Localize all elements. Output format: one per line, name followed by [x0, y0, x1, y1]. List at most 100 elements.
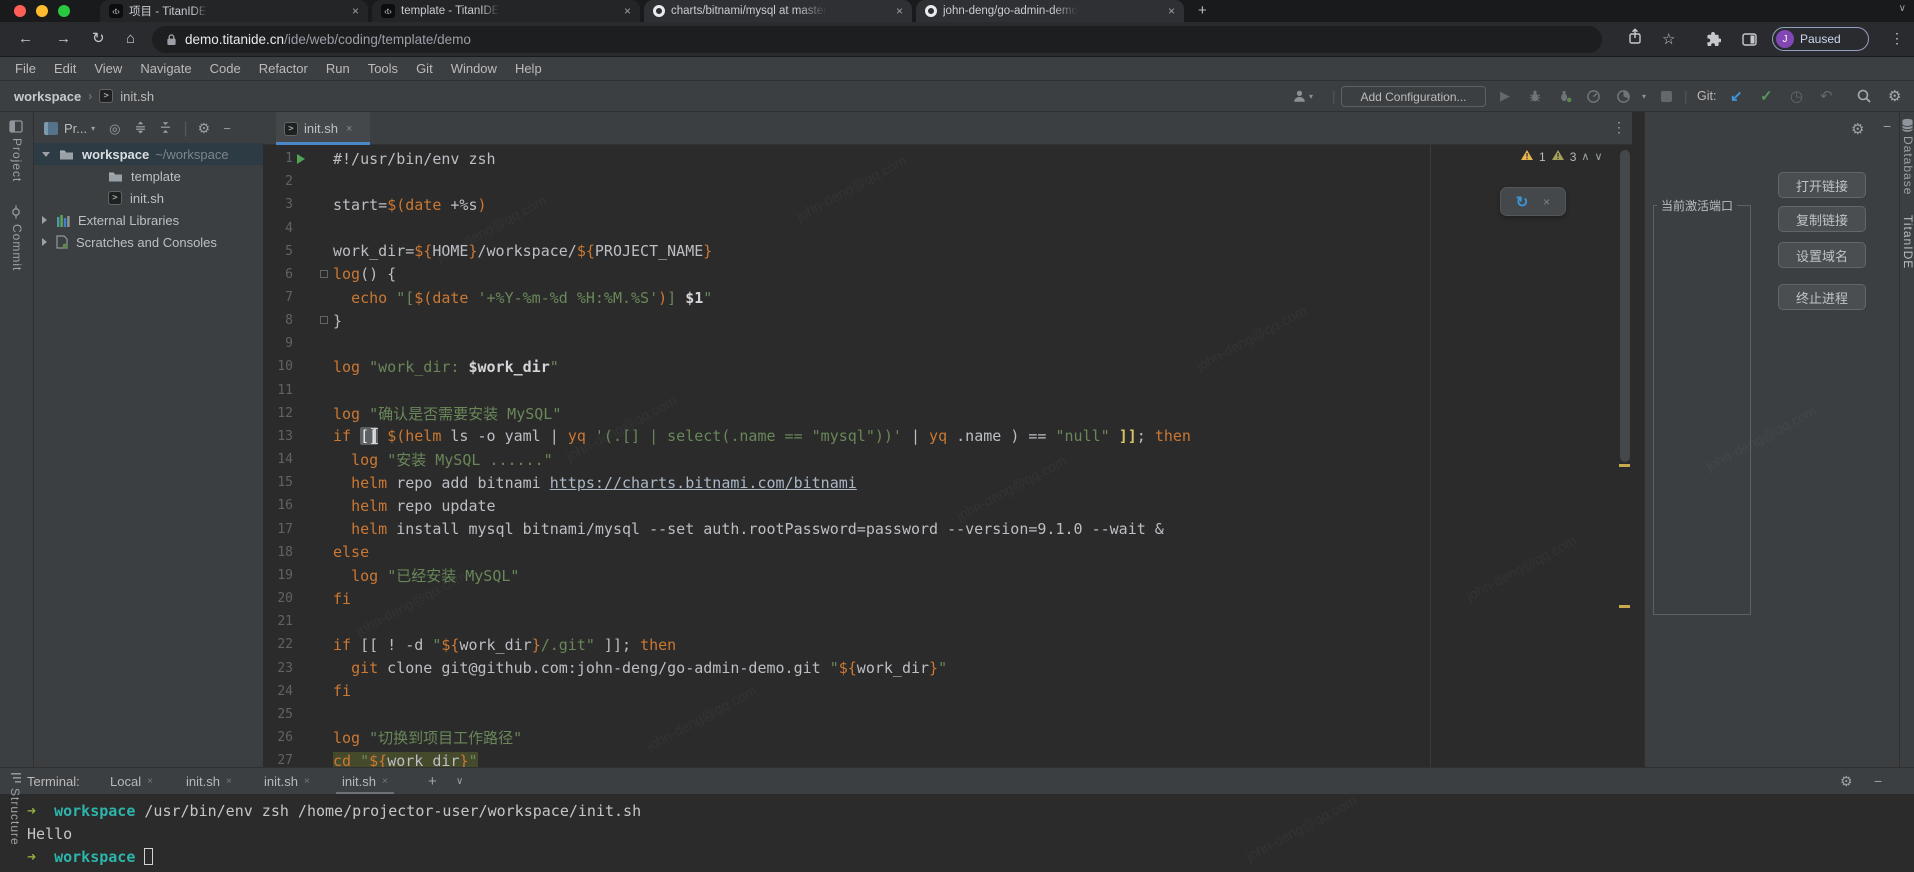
browser-tab[interactable]: ‹t›项目 - TitanIDE× — [100, 0, 368, 22]
editor-line[interactable]: 19 log "已经安装 MySQL" — [263, 564, 1632, 587]
editor-line[interactable]: 3start=$(date +%s) — [263, 193, 1632, 216]
profiler-icon[interactable] — [1586, 81, 1601, 111]
project-view-label[interactable]: Pr... — [64, 121, 87, 136]
breadcrumb-file[interactable]: init.sh — [120, 89, 154, 104]
stripe-structure-label[interactable]: Structure — [8, 788, 22, 846]
expand-all-icon[interactable] — [134, 121, 147, 137]
extensions-puzzle-icon[interactable] — [1706, 31, 1721, 52]
history-clock-icon[interactable]: ◷ — [1790, 81, 1803, 111]
stripe-commit-label[interactable]: Commit — [10, 224, 24, 271]
editor-line[interactable]: 13if [[ $(helm ls -o yaml | yq '(.[] | s… — [263, 425, 1632, 448]
browser-menu-icon[interactable]: ⋮ — [1890, 30, 1904, 47]
editor-line[interactable]: 26log "切换到项目工作路径" — [263, 726, 1632, 749]
menu-help[interactable]: Help — [506, 61, 551, 76]
editor-scrollbar-thumb[interactable] — [1620, 150, 1630, 462]
tab-close-icon[interactable]: × — [226, 776, 232, 787]
chevron-right-icon[interactable] — [42, 238, 47, 246]
editor-line[interactable]: 7 echo "[$(date '+%Y-%m-%d %H:%M.%S')] $… — [263, 286, 1632, 309]
tab-close-icon[interactable]: × — [624, 5, 631, 17]
hide-panel-icon[interactable]: − — [223, 121, 231, 136]
window-zoom-button[interactable] — [58, 5, 70, 17]
terminal-tab[interactable]: init.sh× — [342, 768, 388, 794]
sync-popup[interactable]: ↻ × — [1500, 187, 1566, 216]
share-icon[interactable] — [1628, 28, 1642, 50]
run-coverage-icon[interactable] — [1616, 81, 1631, 111]
hide-terminal-icon[interactable]: − — [1874, 766, 1882, 796]
search-everywhere-icon[interactable] — [1856, 81, 1872, 111]
port-action-button-4[interactable]: 终止进程 — [1778, 284, 1866, 310]
profile-button[interactable]: J Paused — [1772, 27, 1869, 51]
menu-window[interactable]: Window — [442, 61, 506, 76]
run-line-icon[interactable] — [297, 154, 305, 164]
fold-marker-icon[interactable] — [320, 270, 328, 278]
editor-line[interactable]: 25 — [263, 703, 1632, 726]
project-window-icon[interactable] — [9, 120, 23, 138]
tab-overflow-chevron-icon[interactable]: ∨ — [1899, 3, 1906, 14]
menu-view[interactable]: View — [85, 61, 131, 76]
window-close-button[interactable] — [14, 5, 26, 17]
tree-item-template[interactable]: template — [34, 165, 263, 187]
hide-panel-icon[interactable]: − — [1883, 118, 1891, 134]
terminal-tab[interactable]: init.sh× — [264, 768, 310, 794]
browser-tab[interactable]: charts/bitnami/mysql at master× — [644, 0, 912, 22]
editor-line[interactable]: 4 — [263, 216, 1632, 239]
browser-tab[interactable]: ‹t›template - TitanIDE× — [372, 0, 640, 22]
panel-settings-gear-icon[interactable]: ⚙ — [1851, 120, 1864, 138]
database-icon[interactable] — [1901, 118, 1914, 138]
home-button[interactable]: ⌂ — [126, 29, 135, 49]
collapse-all-icon[interactable] — [159, 121, 172, 137]
editor-line[interactable]: 22if [[ ! -d "${work_dir}/.git" ]]; then — [263, 633, 1632, 656]
commit-icon[interactable] — [9, 205, 23, 224]
run-profile-user-icon[interactable]: ▾ — [1292, 81, 1313, 111]
tab-close-icon[interactable]: × — [896, 5, 903, 17]
menu-edit[interactable]: Edit — [45, 61, 85, 76]
chevron-right-icon[interactable] — [42, 216, 47, 224]
debug-bug-icon[interactable] — [1528, 81, 1542, 111]
code-area[interactable]: 1#!/usr/bin/env zsh23start=$(date +%s)45… — [263, 147, 1632, 767]
editor-line[interactable]: 6log() { — [263, 263, 1632, 286]
fold-marker-icon[interactable] — [320, 316, 328, 324]
run-options-chevron-icon[interactable]: ▾ — [1642, 81, 1646, 111]
forward-button[interactable]: → — [56, 29, 71, 49]
tab-close-icon[interactable]: × — [147, 776, 153, 787]
tab-close-icon[interactable]: × — [382, 776, 388, 787]
refresh-sync-icon[interactable]: ↻ — [1516, 193, 1529, 211]
window-minimize-button[interactable] — [36, 5, 48, 17]
tab-close-icon[interactable]: × — [352, 5, 359, 17]
menu-file[interactable]: File — [6, 61, 45, 76]
terminal-output[interactable]: ➜ workspace /usr/bin/env zsh /home/proje… — [27, 800, 641, 869]
editor-options-icon[interactable]: ⋮ — [1612, 119, 1626, 136]
editor-line[interactable]: 17 helm install mysql bitnami/mysql --se… — [263, 518, 1632, 541]
editor-line[interactable]: 5work_dir=${HOME}/workspace/${PROJECT_NA… — [263, 240, 1632, 263]
close-icon[interactable]: × — [1543, 195, 1550, 209]
editor-line[interactable]: 21 — [263, 610, 1632, 633]
add-configuration-button[interactable]: Add Configuration... — [1341, 86, 1486, 107]
new-tab-button[interactable]: + — [1198, 2, 1207, 19]
stripe-project-label[interactable]: Project — [10, 138, 24, 182]
attach-debugger-icon[interactable] — [1558, 81, 1572, 111]
editor-line[interactable]: 2 — [263, 170, 1632, 193]
warning-stripe-mark[interactable] — [1619, 605, 1630, 608]
editor-line[interactable]: 8} — [263, 309, 1632, 332]
next-warning-chevron-icon[interactable]: ∨ — [1594, 150, 1602, 163]
git-commit-check-icon[interactable]: ✓ — [1760, 81, 1773, 111]
editor-line[interactable]: 27cd "${work_dir}" — [263, 749, 1632, 767]
reload-button[interactable]: ↻ — [92, 29, 105, 49]
stripe-titanide-label[interactable]: TitanIDE — [1901, 215, 1914, 269]
rollback-undo-icon[interactable]: ↶ — [1820, 81, 1833, 111]
chevron-down-icon[interactable] — [42, 152, 50, 157]
menu-code[interactable]: Code — [201, 61, 250, 76]
tree-item-scratches-and-consoles[interactable]: Scratches and Consoles — [34, 231, 263, 253]
menu-navigate[interactable]: Navigate — [131, 61, 200, 76]
tab-close-icon[interactable]: × — [346, 123, 352, 135]
inspections-widget[interactable]: 13∧∨ — [1520, 149, 1603, 164]
editor-line[interactable]: 18else — [263, 541, 1632, 564]
terminal-settings-gear-icon[interactable]: ⚙ — [1840, 766, 1853, 796]
editor-line[interactable]: 16 helm repo update — [263, 494, 1632, 517]
terminal-tab[interactable]: Local× — [110, 768, 153, 794]
port-action-button-3[interactable]: 设置域名 — [1778, 242, 1866, 268]
run-button[interactable]: ▶ — [1500, 81, 1510, 111]
new-terminal-tab-button[interactable]: + — [428, 766, 437, 796]
terminal-tab[interactable]: init.sh× — [186, 768, 232, 794]
tab-close-icon[interactable]: × — [304, 776, 310, 787]
